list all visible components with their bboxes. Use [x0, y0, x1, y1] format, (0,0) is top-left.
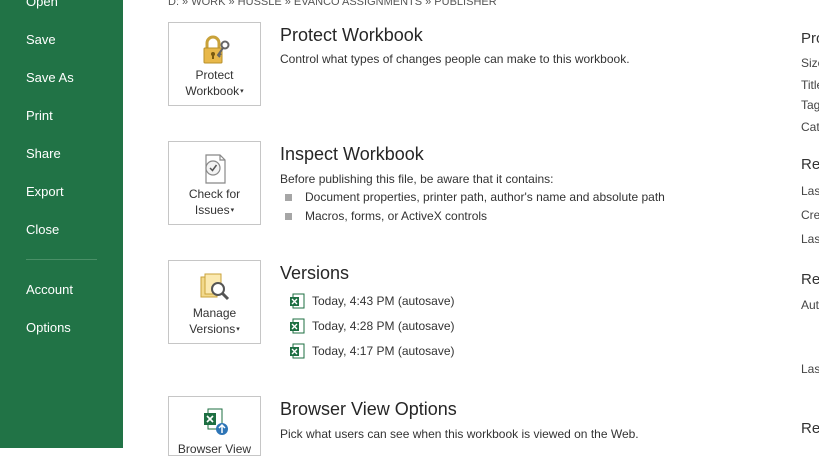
- document-check-icon: [198, 152, 232, 186]
- inspect-bullet-2: Macros, forms, or ActiveX controls: [305, 209, 488, 223]
- created-label: Cre: [801, 208, 819, 222]
- nav-share[interactable]: Share: [26, 146, 61, 162]
- dropdown-caret-icon: ▾: [240, 88, 244, 95]
- related-people-heading: Re: [801, 271, 819, 288]
- last-printed-label: Las: [801, 232, 819, 246]
- check-for-issues-button[interactable]: Check for Issues▾: [168, 141, 261, 225]
- last-modified-by-label: Las: [801, 362, 819, 376]
- browser-view-options-desc: Pick what users can see when this workbo…: [280, 427, 639, 441]
- check-issues-label-line1: Check for: [188, 187, 241, 201]
- browser-view-options-button[interactable]: Browser View: [168, 396, 261, 456]
- dropdown-caret-icon: ▾: [236, 326, 240, 333]
- property-size-label: Size: [801, 56, 819, 70]
- protect-workbook-desc: Control what types of changes people can…: [280, 52, 630, 66]
- version-item[interactable]: Today, 4:17 PM (autosave): [312, 344, 455, 358]
- browser-view-label: Browser View: [177, 442, 252, 456]
- manage-versions-label-line2: Versions: [189, 322, 236, 336]
- nav-save-as[interactable]: Save As: [26, 70, 74, 86]
- protect-workbook-button[interactable]: Protect Workbook▾: [168, 22, 261, 106]
- related-documents-heading: Re: [801, 420, 819, 437]
- browser-view-options-title: Browser View Options: [280, 399, 457, 419]
- nav-save[interactable]: Save: [26, 32, 56, 48]
- protect-label-line1: Protect: [195, 68, 234, 82]
- document-search-icon: [198, 271, 232, 305]
- version-item[interactable]: Today, 4:28 PM (autosave): [312, 319, 455, 333]
- excel-file-icon: [289, 343, 305, 359]
- property-categories-label: Cat: [801, 120, 819, 134]
- inspect-workbook-desc: Before publishing this file, be aware th…: [280, 172, 554, 186]
- properties-heading: Pro: [801, 30, 819, 47]
- backstage-sidebar: Open Save Save As Print Share Export Clo…: [0, 0, 123, 448]
- excel-browser-icon: [198, 407, 232, 441]
- protect-workbook-title: Protect Workbook: [280, 25, 423, 45]
- excel-file-icon: [289, 318, 305, 334]
- author-label: Aut: [801, 298, 819, 312]
- nav-open[interactable]: Open: [26, 0, 58, 10]
- nav-options[interactable]: Options: [26, 320, 71, 336]
- manage-versions-label-line1: Manage: [192, 306, 237, 320]
- nav-print[interactable]: Print: [26, 108, 53, 124]
- bullet-icon: [285, 213, 292, 220]
- nav-divider: [26, 259, 97, 260]
- related-dates-heading: Re: [801, 156, 819, 173]
- property-title-label: Title: [801, 78, 819, 92]
- inspect-bullet-1: Document properties, printer path, autho…: [305, 190, 665, 204]
- bullet-icon: [285, 194, 292, 201]
- version-item[interactable]: Today, 4:43 PM (autosave): [312, 294, 455, 308]
- inspect-workbook-title: Inspect Workbook: [280, 144, 424, 164]
- nav-account[interactable]: Account: [26, 282, 73, 298]
- check-issues-label-line2: Issues: [194, 203, 230, 217]
- property-tags-label: Tag: [801, 98, 819, 112]
- dropdown-caret-icon: ▾: [230, 207, 235, 214]
- manage-versions-button[interactable]: Manage Versions▾: [168, 260, 261, 344]
- nav-export[interactable]: Export: [26, 184, 64, 200]
- excel-file-icon: [289, 293, 305, 309]
- lock-key-icon: [198, 33, 232, 67]
- versions-title: Versions: [280, 263, 350, 283]
- nav-close[interactable]: Close: [26, 222, 59, 238]
- protect-label-line2: Workbook: [185, 84, 240, 98]
- last-modified-label: Las: [801, 184, 819, 198]
- file-path-breadcrumb: D: » WORK » HUSSLE » EVANCO ASSIGNMENTS …: [168, 0, 497, 8]
